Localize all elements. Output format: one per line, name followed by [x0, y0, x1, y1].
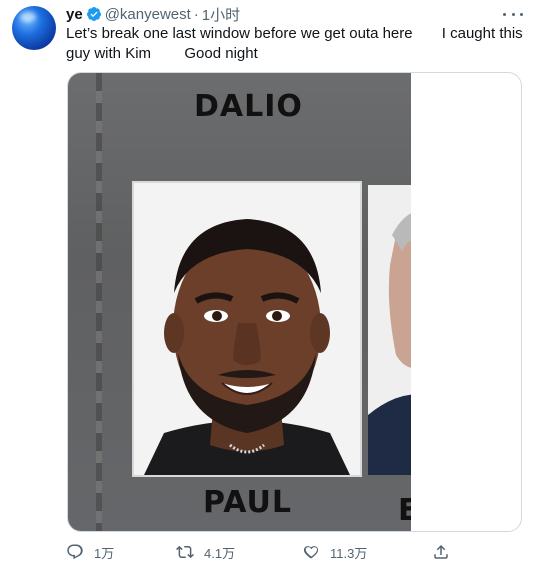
share-button[interactable]	[432, 540, 450, 564]
media-photo[interactable]: DALIO PAUL	[68, 73, 411, 531]
photo-label-bottom-partial: E	[398, 493, 411, 528]
portrait-photo-partial	[368, 185, 411, 475]
tweet-text: Let’s break one last window before we ge…	[66, 24, 526, 64]
timestamp[interactable]: 1小时	[202, 4, 240, 25]
tweet-text-line-1: Let’s break one last window before we ge…	[66, 25, 523, 42]
retweet-count: 4.1万	[204, 545, 236, 561]
separator-dot: ·	[193, 5, 199, 23]
retweet-icon	[176, 543, 194, 561]
reply-count: 1万	[94, 545, 115, 561]
tweet-card[interactable]: ye @kanyewest · 1小时 Let’s break one last…	[0, 0, 541, 568]
like-button[interactable]: 11.3万	[302, 540, 367, 564]
tweet-media[interactable]: DALIO PAUL	[67, 72, 522, 532]
tweet-header: ye @kanyewest · 1小时	[66, 4, 240, 24]
share-icon	[432, 543, 450, 561]
reply-icon	[66, 543, 84, 561]
photo-label-bottom: PAUL	[203, 485, 293, 520]
like-count: 11.3万	[330, 545, 368, 561]
reply-button[interactable]: 1万	[66, 540, 114, 564]
photo-label-top: DALIO	[194, 89, 303, 124]
tweet-actions: 1万 4.1万 11.3万	[66, 540, 466, 564]
tape-strip	[96, 73, 102, 531]
verified-badge-icon	[86, 6, 102, 22]
more-options-icon[interactable]	[503, 6, 523, 22]
handle[interactable]: @kanyewest	[105, 6, 191, 23]
retweet-button[interactable]: 4.1万	[176, 540, 235, 564]
tweet-text-line-2: guy with Kim Good night	[66, 45, 258, 62]
portrait-photo	[132, 181, 362, 477]
heart-icon	[302, 543, 320, 561]
avatar[interactable]	[12, 6, 56, 50]
display-name[interactable]: ye	[66, 6, 83, 23]
